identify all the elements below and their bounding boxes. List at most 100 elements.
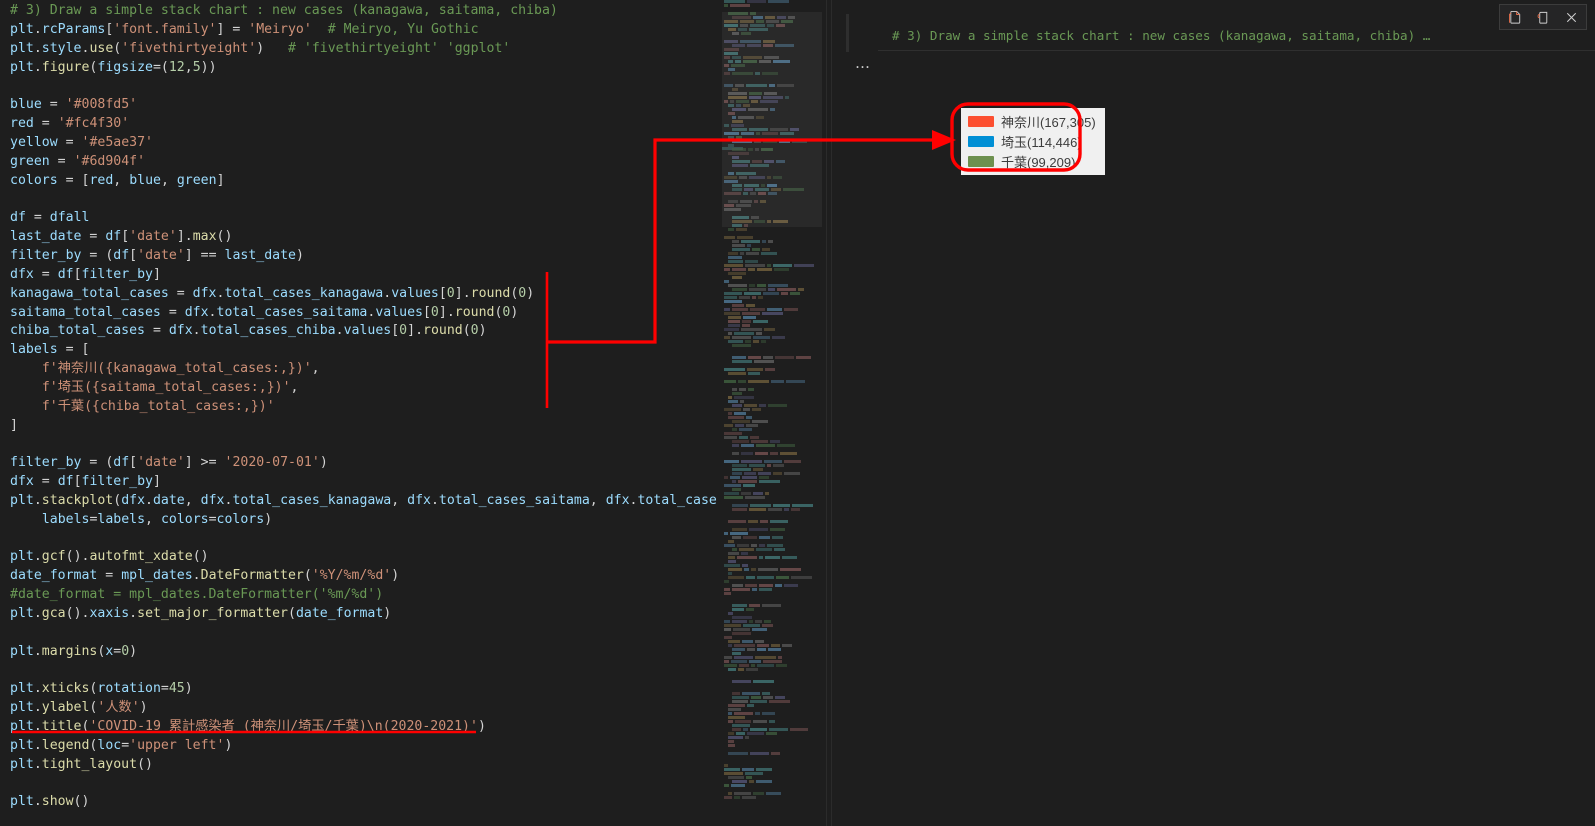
minimap-line (722, 768, 822, 771)
minimap-line (722, 484, 822, 487)
legend-swatch (968, 136, 994, 147)
minimap-line (722, 612, 822, 615)
minimap-line (722, 564, 822, 567)
code-line[interactable]: plt.tight_layout() (10, 756, 718, 775)
minimap-line (722, 464, 822, 467)
code-line[interactable]: chiba_total_cases = dfx.total_cases_chib… (10, 322, 718, 341)
code-line[interactable]: plt.margins(x=0) (10, 643, 718, 662)
minimap-line (722, 456, 822, 459)
code-line[interactable]: df = dfall (10, 209, 718, 228)
code-line[interactable]: date_format = mpl_dates.DateFormatter('%… (10, 567, 718, 586)
pane-divider-1 (826, 0, 827, 826)
minimap-line (722, 596, 822, 599)
code-line[interactable]: plt.gca().xaxis.set_major_formatter(date… (10, 605, 718, 624)
minimap-line (722, 748, 822, 751)
code-text[interactable]: # 3) Draw a simple stack chart : new cas… (10, 2, 718, 812)
minimap-line (722, 668, 822, 671)
code-line[interactable]: f'埼玉({saitama_total_cases:,})', (10, 379, 718, 398)
code-line[interactable]: #date_format = mpl_dates.DateFormatter('… (10, 586, 718, 605)
minimap-line (722, 328, 822, 331)
minimap-line (722, 648, 822, 651)
minimap-line (722, 480, 822, 483)
minimap-line (722, 516, 822, 519)
legend-label: 埼玉(114,446) (1001, 135, 1082, 150)
minimap-line (722, 576, 822, 579)
minimap-line (722, 712, 822, 715)
minimap-line (722, 320, 822, 323)
minimap-line (722, 416, 822, 419)
code-line[interactable]: labels=labels, colors=colors) (10, 511, 718, 530)
code-line[interactable]: filter_by = (df['date'] == last_date) (10, 247, 718, 266)
minimap-line (722, 236, 822, 239)
code-editor-pane[interactable]: # 3) Draw a simple stack chart : new cas… (0, 0, 718, 826)
code-line[interactable]: labels = [ (10, 341, 718, 360)
minimap-line (722, 628, 822, 631)
minimap-line (722, 468, 822, 471)
code-line[interactable]: colors = [red, blue, green] (10, 172, 718, 191)
code-line[interactable]: # 3) Draw a simple stack chart : new cas… (10, 2, 718, 21)
copy-cell-icon[interactable] (1502, 6, 1528, 28)
screen: # 3) Draw a simple stack chart : new cas… (0, 0, 1595, 826)
minimap-line (722, 344, 822, 347)
code-line[interactable]: filter_by = (df['date'] >= '2020-07-01') (10, 454, 718, 473)
minimap-line (722, 432, 822, 435)
minimap-line (722, 264, 822, 267)
minimap-line (722, 384, 822, 387)
minimap-line (722, 796, 822, 799)
minimap-line (722, 356, 822, 359)
minimap-line (722, 620, 822, 623)
minimap-line (722, 412, 822, 415)
minimap-line (722, 708, 822, 711)
code-line[interactable]: plt.rcParams['font.family'] = 'Meiryo' #… (10, 21, 718, 40)
legend-label: 神奈川(167,305) (1001, 115, 1096, 130)
minimap-line (722, 376, 822, 379)
code-line[interactable]: red = '#fc4f30' (10, 115, 718, 134)
code-line[interactable]: plt.stackplot(dfx.date, dfx.total_cases_… (10, 492, 718, 511)
minimap-line (722, 252, 822, 255)
minimap-line (722, 272, 822, 275)
cell-toolbar (1499, 4, 1587, 30)
code-line[interactable]: kanagawa_total_cases = dfx.total_cases_k… (10, 285, 718, 304)
code-line[interactable]: plt.gcf().autofmt_xdate() (10, 548, 718, 567)
minimap-line (722, 352, 822, 355)
code-line[interactable]: f'神奈川({kanagawa_total_cases:,})', (10, 360, 718, 379)
minimap-line (722, 520, 822, 523)
minimap-line (722, 684, 822, 687)
minimap-line (722, 764, 822, 767)
code-line[interactable]: f'千葉({chiba_total_cases:,})' (10, 398, 718, 417)
minimap-line (722, 448, 822, 451)
minimap-viewport-slider[interactable] (722, 12, 822, 227)
minimap-line (722, 624, 822, 627)
minimap-line (722, 772, 822, 775)
code-line[interactable]: last_date = df['date'].max() (10, 228, 718, 247)
minimap-line (722, 308, 822, 311)
minimap-line (722, 544, 822, 547)
minimap-line (722, 704, 822, 707)
more-actions-button[interactable]: … (850, 56, 876, 74)
code-line[interactable]: plt.xticks(rotation=45) (10, 680, 718, 699)
code-line[interactable]: plt.legend(loc='upper left') (10, 737, 718, 756)
code-line[interactable]: plt.ylabel('人数') (10, 699, 718, 718)
minimap-line (722, 696, 822, 699)
minimap-line (722, 720, 822, 723)
code-line[interactable]: dfx = df[filter_by] (10, 266, 718, 285)
minimap-line (722, 496, 822, 499)
code-line[interactable]: plt.style.use('fivethirtyeight') # 'five… (10, 40, 718, 59)
code-line[interactable]: yellow = '#e5ae37' (10, 134, 718, 153)
code-line[interactable]: dfx = df[filter_by] (10, 473, 718, 492)
code-line[interactable]: plt.figure(figsize=(12,5)) (10, 59, 718, 78)
code-line[interactable]: plt.title('COVID-19 累計感染者 (神奈川/埼玉/千葉)\n(… (10, 718, 718, 737)
legend-label: 千葉(99,209) (1001, 155, 1076, 170)
code-line[interactable]: plt.show() (10, 793, 718, 812)
minimap-line (722, 288, 822, 291)
code-line[interactable]: ] (10, 417, 718, 436)
copy-output-icon[interactable] (1530, 6, 1556, 28)
close-icon[interactable] (1558, 6, 1584, 28)
minimap-line (722, 4, 822, 7)
code-line[interactable]: green = '#6d904f' (10, 153, 718, 172)
code-line[interactable]: saitama_total_cases = dfx.total_cases_sa… (10, 304, 718, 323)
output-divider (878, 50, 1595, 51)
minimap-line (722, 424, 822, 427)
minimap-line (722, 256, 822, 259)
code-line[interactable]: blue = '#008fd5' (10, 96, 718, 115)
